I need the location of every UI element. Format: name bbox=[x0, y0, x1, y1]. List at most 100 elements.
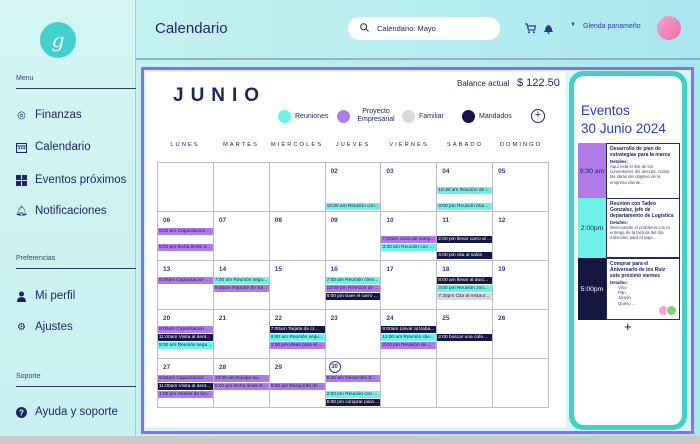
calendar-day-cell[interactable]: 03 bbox=[381, 163, 438, 212]
user-name[interactable]: Glenda panameño bbox=[583, 23, 641, 30]
calendar-event[interactable]: 2:00 buscar una cafe... bbox=[437, 334, 493, 341]
calendar-event[interactable]: 7:00am Tarjeta de cr... bbox=[269, 326, 325, 333]
sidebar-item-ayuda[interactable]: ? Ayuda y soporte bbox=[16, 406, 118, 418]
sidebar-item-calendario[interactable]: Calendario bbox=[16, 141, 91, 153]
calendar-event[interactable]: 5:00 pm comprar para ... bbox=[325, 399, 381, 406]
calendar-event[interactable]: 10:00 am Equipo sui... bbox=[213, 375, 269, 382]
calendar-event[interactable]: 6:00 pm traer el carro ... bbox=[325, 293, 381, 300]
calendar-event[interactable]: 7:00 am Reunión clien... bbox=[325, 277, 381, 284]
calendar-day-cell[interactable]: 14 7:00 am Reunión segu... 9:00am Reporte … bbox=[213, 261, 270, 310]
sidebar-item-ajustes[interactable]: ⚙ Ajustes bbox=[16, 321, 73, 333]
calendar-day-cell[interactable]: 22 7:00am Tarjeta de cr... 9:00 am Reunión… bbox=[269, 310, 326, 359]
calendar-event[interactable]: 9:00am Capacitación R... bbox=[158, 277, 213, 284]
sidebar-item-perfil[interactable]: Mi perfil bbox=[16, 290, 75, 302]
calendar-day-cell[interactable]: 04 10:30 am Reunión de in... 3:00 pm Reuni… bbox=[437, 163, 494, 212]
calendar-day-cell[interactable]: 18 8:00 am llevar al doct... 3:00 pm Reuni… bbox=[437, 261, 494, 310]
event-description: Mencionarle el problema con la entrega d… bbox=[610, 225, 670, 241]
calendar-event[interactable]: 9:00 am Capacitación R... bbox=[158, 228, 213, 235]
day-number: 07 bbox=[218, 217, 227, 224]
calendar-event[interactable]: 9:00am Capacitación R... bbox=[158, 375, 213, 382]
event-card[interactable]: 2:00pm Reunion con Tadeo Gonzalez, jefe … bbox=[578, 198, 680, 258]
sidebar-item-eventos[interactable]: Eventos próximos bbox=[16, 174, 126, 186]
calendar-day-cell[interactable]: 06 9:00 am Capacitación R... 5:00 pm fecha… bbox=[158, 212, 214, 261]
legend-dot bbox=[462, 110, 475, 123]
legend-reuniones[interactable]: Reuniones bbox=[278, 110, 328, 123]
calendar-day-cell[interactable]: 23 bbox=[325, 310, 382, 359]
calendar-event[interactable]: 2:00 pm Revisión de ... bbox=[381, 342, 437, 349]
legend-empresarial[interactable]: Proyecto Empresarial bbox=[337, 108, 398, 124]
calendar-event[interactable]: 12:00 pm Revisión de ... bbox=[325, 285, 381, 292]
calendar-day-cell[interactable]: 10 7:00am inicio de comp... 3:30 am Reunió… bbox=[381, 212, 438, 261]
add-category-button[interactable]: + bbox=[531, 109, 545, 123]
calendar-day-cell[interactable]: 28 10:00 am Equipo sui... 5:00 pm fecha lí… bbox=[213, 359, 270, 408]
calendar-event[interactable]: 4:00 pm cita al salón bbox=[437, 252, 493, 259]
legend-mandados[interactable]: Mandados bbox=[462, 110, 512, 123]
calendar-day-cell[interactable]: 25 2:00 buscar una cafe... bbox=[437, 310, 494, 359]
chevron-down-icon[interactable]: ▼ bbox=[570, 22, 578, 33]
calendar-day-cell[interactable]: 12 bbox=[493, 212, 549, 261]
calendar-day-cell[interactable] bbox=[493, 359, 549, 408]
calendar-day-cell[interactable]: 24 9:00am Llevar al traba... 11:00 am Reun… bbox=[381, 310, 438, 359]
calendar-event[interactable]: 11:00 am Reunión clie... bbox=[381, 334, 437, 341]
calendar-event[interactable]: 7:00am inicio de comp... bbox=[381, 236, 437, 243]
calendar-event[interactable]: 10:30 am Reunión de in... bbox=[437, 187, 493, 194]
calendar-event[interactable]: 2:00 pm Reunión con ... bbox=[325, 391, 381, 398]
calendar-event[interactable]: 7:00 am Reunión segu... bbox=[213, 277, 269, 284]
calendar-day-cell[interactable]: 05 bbox=[493, 163, 549, 212]
calendar-event[interactable]: 9:00 am Búsqueda de ... bbox=[269, 383, 325, 390]
calendar-event[interactable]: 3:00 pm Reunión Jon... bbox=[437, 285, 493, 292]
calendar-day-cell[interactable] bbox=[381, 359, 438, 408]
calendar-day-cell[interactable] bbox=[158, 163, 214, 212]
calendar-event[interactable]: 9:00am Reporte de sol... bbox=[213, 285, 269, 292]
calendar-day-cell[interactable]: 11 2:00 pm llevar carro al ... 4:00 pm cit… bbox=[437, 212, 494, 261]
calendar-day-cell[interactable]: 09 bbox=[325, 212, 382, 261]
calendar-day-cell[interactable]: 13 9:00am Capacitación R... bbox=[158, 261, 214, 310]
calendar-day-cell[interactable]: 07 bbox=[213, 212, 270, 261]
app-logo[interactable]: g bbox=[40, 22, 76, 58]
calendar-event[interactable]: 9:30 am Desarrollo d... bbox=[325, 375, 381, 382]
attendee-avatars[interactable] bbox=[658, 305, 678, 317]
calendar-event[interactable]: 8:00 am llevar al doct... bbox=[437, 277, 493, 284]
calendar-event[interactable]: 3:00 pm Reunión Mar... bbox=[437, 203, 493, 210]
calendar-day-cell[interactable]: 15 bbox=[269, 261, 326, 310]
sidebar-item-finanzas[interactable]: ◎ Finanzas bbox=[16, 109, 82, 121]
calendar-day-cell[interactable]: 08 bbox=[269, 212, 326, 261]
cart-icon[interactable] bbox=[525, 23, 537, 34]
calendar-day-cell[interactable]: 17 bbox=[381, 261, 438, 310]
calendar-day-cell[interactable]: 19 bbox=[493, 261, 549, 310]
sidebar-item-notificaciones[interactable]: 🔔︎ Notificaciones bbox=[15, 205, 106, 217]
calendar-day-cell[interactable]: 21 bbox=[213, 310, 270, 359]
calendar-event[interactable]: 9:00 am Reunión segu... bbox=[269, 334, 325, 341]
calendar-event[interactable]: 2:00 pm llevar carro al ... bbox=[437, 236, 493, 243]
calendar-event[interactable]: 11:00am Visita al dent... bbox=[158, 334, 213, 341]
search-input[interactable]: Calendario: Mayo bbox=[348, 17, 500, 40]
sidebar-item-label: Ajustes bbox=[35, 321, 73, 333]
calendar-event[interactable]: 1:00 pm Sesión de fuo... bbox=[158, 391, 213, 398]
calendar-day-cell[interactable]: 27 9:00am Capacitación R... 11:00am Visita… bbox=[158, 359, 214, 408]
calendar-day-cell[interactable]: 26 bbox=[493, 310, 549, 359]
menu-section-label: Menu bbox=[16, 75, 34, 82]
event-card[interactable]: 9:30 am Desarrollo de plan de estrategia… bbox=[578, 143, 680, 199]
calendar-day-cell[interactable]: 29 9:00 am Búsqueda de ... bbox=[269, 359, 326, 408]
calendar-day-cell[interactable]: 20 9:00am Capacitación R... 11:00am Visita… bbox=[158, 310, 214, 359]
avatar[interactable] bbox=[657, 16, 681, 40]
calendar-event[interactable]: 1:00 pm ideas para el ... bbox=[269, 342, 325, 349]
calendar-day-cell[interactable]: 16 7:00 am Reunión clien... 12:00 pm Revis… bbox=[325, 261, 382, 310]
calendar-event[interactable]: 9:00am Capacitación R... bbox=[158, 326, 213, 333]
calendar-day-cell[interactable] bbox=[269, 163, 326, 212]
calendar-event[interactable]: 8:00 am Reunión segu... bbox=[158, 342, 213, 349]
calendar-event[interactable]: 11:00am Visita al dent... bbox=[158, 383, 213, 390]
calendar-event[interactable]: 3:30 am Reunión con M... bbox=[381, 244, 437, 251]
calendar-event[interactable]: 5:00 pm fecha límite E... bbox=[213, 383, 269, 390]
calendar-event[interactable]: 7:30pm Cita al restaur... bbox=[437, 293, 493, 300]
calendar-day-cell[interactable] bbox=[213, 163, 270, 212]
calendar-event[interactable]: 10:30 am Reunión con j... bbox=[325, 203, 381, 210]
notification-bell-icon[interactable] bbox=[543, 23, 554, 34]
calendar-event[interactable]: 5:00 pm fecha límite d... bbox=[158, 244, 213, 251]
calendar-day-cell[interactable] bbox=[437, 359, 494, 408]
calendar-event[interactable]: 9:00am Llevar al traba... bbox=[381, 326, 437, 333]
calendar-day-cell[interactable]: 0210:30 am Reunión con j...Revisión de i… bbox=[325, 163, 382, 212]
add-event-button[interactable]: + bbox=[624, 319, 632, 334]
calendar-day-cell[interactable]: 30 9:30 am Desarrollo d... 2:00 pm Reunión… bbox=[325, 359, 382, 408]
legend-familiar[interactable]: Familiar bbox=[402, 110, 444, 123]
